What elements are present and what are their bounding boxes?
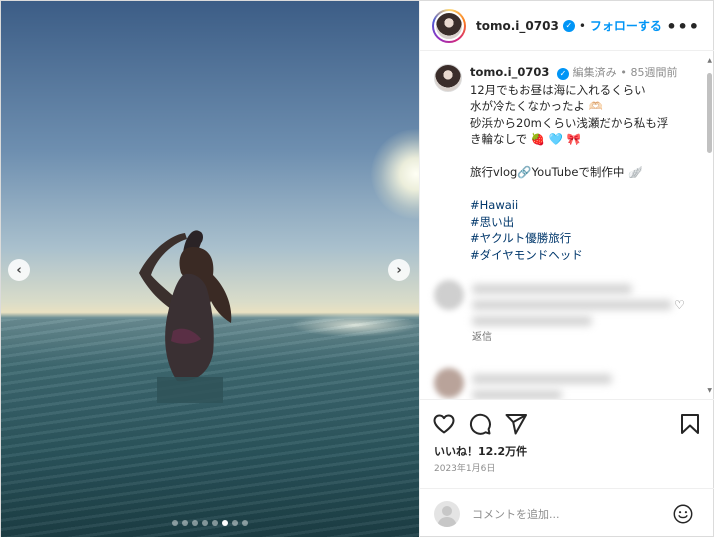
post-details-panel: tomo.i_0703 ✓ • フォローする ••• tomo.i_0703 ✓… — [419, 1, 714, 537]
current-user-avatar — [434, 501, 460, 527]
carousel-dots — [1, 520, 419, 526]
scroll-down-arrow[interactable]: ▼ — [707, 387, 712, 394]
hashtag-link[interactable]: #ヤクルト優勝旅行 — [470, 230, 677, 247]
blurred-avatar — [434, 280, 464, 310]
caption-header: tomo.i_0703 ✓ 編集済み • 85週間前 — [470, 64, 677, 82]
like-count[interactable]: いいね！12.2万件 — [434, 443, 527, 459]
emoji-icon[interactable] — [672, 503, 694, 525]
user-placeholder-icon — [437, 506, 457, 527]
scroll-up-arrow[interactable]: ▲ — [707, 57, 712, 64]
blurred-text — [472, 316, 592, 326]
carousel-dot — [232, 520, 238, 526]
blurred-text — [472, 300, 672, 310]
avatar — [434, 10, 464, 41]
time-ago[interactable]: 85週間前 — [630, 66, 677, 79]
caption-line: 水が冷たくなかったよ 🫶🏻 — [470, 99, 603, 113]
carousel-dot — [212, 520, 218, 526]
caption-username[interactable]: tomo.i_0703 — [470, 65, 549, 79]
caption-line: 砂浜から20mくらい浅瀬だから私も浮 — [470, 115, 669, 130]
add-comment-bar — [420, 488, 714, 537]
scroll-thumb[interactable] — [707, 73, 712, 153]
post-date[interactable]: 2023年1月6日 — [434, 461, 495, 474]
meta-dot: • — [620, 66, 627, 79]
more-icon[interactable]: ••• — [666, 17, 700, 36]
post-photo[interactable]: ‹ › — [1, 1, 419, 537]
instagram-post: ‹ › tomo.i_0703 ✓ • フォローする ••• tomo.i_07… — [0, 0, 714, 537]
blurred-avatar — [434, 368, 464, 398]
chevron-left-icon: ‹ — [16, 262, 22, 278]
post-header: tomo.i_0703 ✓ • フォローする ••• — [420, 1, 714, 51]
blurred-comment — [434, 368, 684, 399]
woman-silhouette — [139, 230, 232, 403]
comment-icon[interactable] — [468, 412, 492, 436]
blurred-text — [472, 390, 562, 399]
caption-line: 12月でもお昼は海に入れるくらい — [470, 82, 646, 97]
caption-body: tomo.i_0703 ✓ 編集済み • 85週間前 12月でもお昼は海に入れる… — [470, 64, 677, 263]
caption-line: 旅行vlog🔗YouTubeで制作中 🪽 — [470, 165, 643, 179]
separator-dot: • — [578, 18, 586, 33]
sun-glow — [371, 129, 419, 219]
chevron-right-icon: › — [396, 262, 402, 278]
edited-label: 編集済み — [572, 66, 617, 79]
carousel-dot — [242, 520, 248, 526]
username-link[interactable]: tomo.i_0703 — [476, 19, 559, 33]
verified-icon: ✓ — [557, 68, 570, 81]
next-photo-button[interactable]: › — [388, 259, 410, 281]
reply-button[interactable]: 返信 — [472, 328, 492, 343]
carousel-dot — [182, 520, 188, 526]
comment-input[interactable] — [472, 506, 662, 522]
caption-line: き輪なしで 🍓 🩵 🎀 — [470, 132, 582, 146]
bookmark-icon[interactable] — [678, 412, 702, 436]
carousel-dot — [192, 520, 198, 526]
story-ring[interactable] — [432, 8, 466, 43]
carousel-dot — [222, 520, 228, 526]
follow-button[interactable]: フォローする — [590, 17, 662, 34]
carousel-dot — [202, 520, 208, 526]
comment-like-icon[interactable]: ♡ — [674, 298, 685, 312]
verified-icon: ✓ — [562, 19, 575, 32]
share-icon[interactable] — [504, 412, 528, 436]
heart-icon[interactable] — [432, 412, 456, 436]
hashtag-link[interactable]: #ダイヤモンドヘッド — [470, 247, 677, 264]
blurred-text — [472, 284, 632, 294]
hashtag-link[interactable]: #思い出 — [470, 214, 677, 231]
comments-section[interactable]: tomo.i_0703 ✓ 編集済み • 85週間前 12月でもお昼は海に入れる… — [420, 52, 714, 399]
previous-photo-button[interactable]: ‹ — [8, 259, 30, 281]
caption: tomo.i_0703 ✓ 編集済み • 85週間前 12月でもお昼は海に入れる… — [434, 64, 699, 263]
blurred-text — [472, 374, 612, 384]
caption-avatar[interactable] — [434, 64, 462, 92]
hashtag-link[interactable]: #Hawaii — [470, 197, 677, 214]
carousel-dot — [172, 520, 178, 526]
